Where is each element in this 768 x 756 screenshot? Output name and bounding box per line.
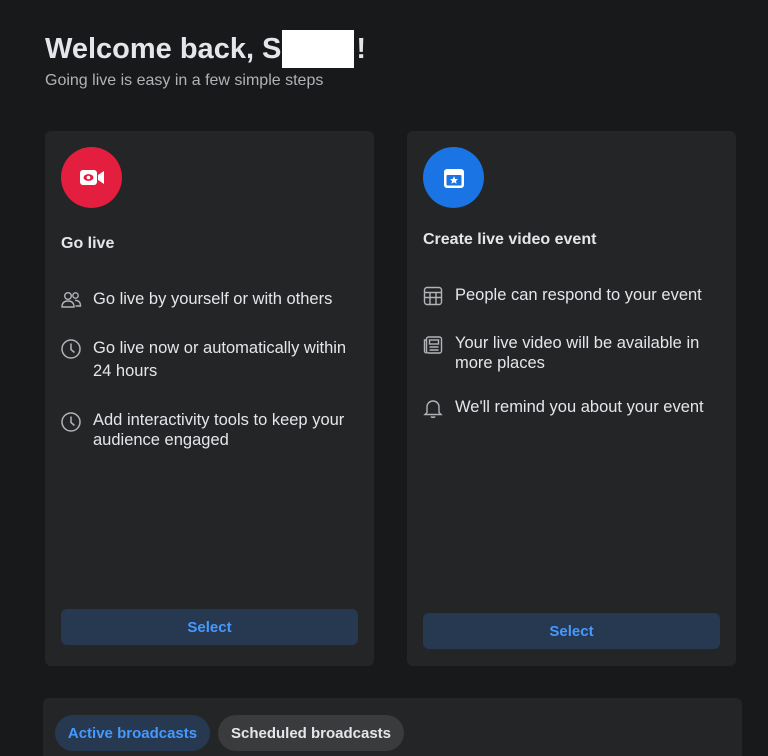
feature-text: Your live video will be available in mor…: [455, 334, 700, 372]
tab-scheduled-broadcasts[interactable]: Scheduled broadcasts: [218, 715, 404, 751]
feature-text: Add interactivity tools to keep your aud…: [93, 411, 345, 449]
live-event-title: Create live video event: [423, 231, 597, 248]
page-subtitle: Going live is easy in a few simple steps: [45, 72, 324, 89]
list-item: We'll remind you about your event: [421, 396, 724, 420]
feature-text: Go live by yourself or with others: [93, 290, 333, 308]
go-live-feature-list: Go live by yourself or with others Go li…: [59, 288, 362, 450]
welcome-heading: Welcome back, S !: [45, 30, 366, 68]
list-item: Add interactivity tools to keep your aud…: [59, 410, 362, 450]
feature-text: We'll remind you about your event: [455, 398, 704, 416]
live-producer-page: Welcome back, S ! Going live is easy in …: [0, 0, 768, 756]
go-live-title: Go live: [61, 235, 115, 252]
grid-calendar-icon: [421, 284, 445, 308]
live-event-card: Create live video event People can respo…: [407, 131, 736, 666]
live-event-feature-list: People can respond to your event Your li…: [421, 284, 724, 420]
go-live-select-button[interactable]: Select: [61, 609, 358, 645]
video-camera-icon: [61, 147, 122, 208]
go-live-card: Go live Go live by yourself or with othe…: [45, 131, 374, 666]
welcome-prefix: Welcome back, S: [45, 32, 282, 65]
feature-text: Go live now or automatically within 24 h…: [93, 339, 347, 380]
list-item: Go live by yourself or with others: [59, 288, 362, 312]
bell-icon: [421, 396, 445, 420]
list-item: People can respond to your event: [421, 284, 724, 308]
calendar-star-icon: [423, 147, 484, 208]
broadcasts-panel: Active broadcasts Scheduled broadcasts: [43, 698, 742, 756]
clock-icon: [59, 410, 83, 434]
people-icon: [59, 288, 83, 312]
welcome-suffix: !: [356, 32, 367, 65]
feature-text: People can respond to your event: [455, 286, 702, 304]
clock-icon: [59, 337, 83, 361]
tab-active-broadcasts[interactable]: Active broadcasts: [55, 715, 210, 751]
redacted-name: [282, 30, 355, 68]
newsfeed-icon: [421, 333, 445, 357]
list-item: Your live video will be available in mor…: [421, 333, 724, 373]
list-item: Go live now or automatically within 24 h…: [59, 337, 362, 383]
live-event-select-button[interactable]: Select: [423, 613, 720, 649]
